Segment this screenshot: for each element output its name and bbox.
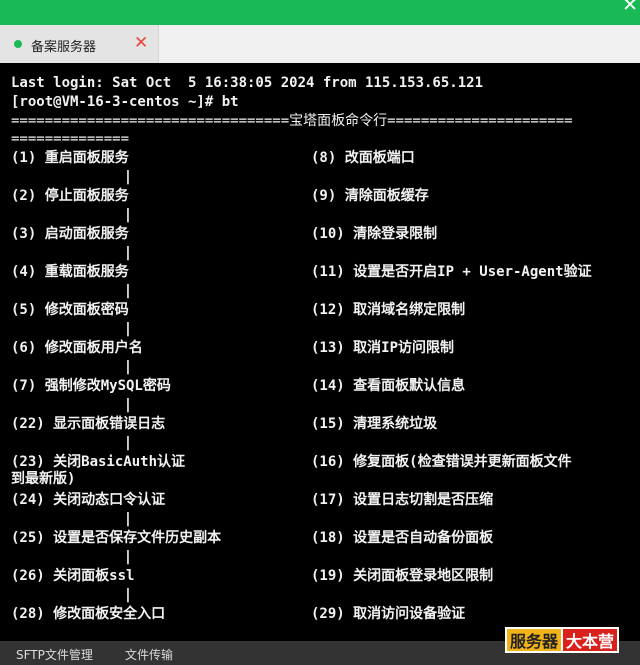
menu-option-left: (7) 强制修改MySQL密码 bbox=[11, 378, 171, 394]
watermark-part2: 大本营 bbox=[563, 627, 620, 653]
menu-option-right: (19) 关闭面板登录地区限制 bbox=[311, 568, 494, 584]
menu-option-left: (3) 启动面板服务 bbox=[11, 226, 129, 242]
session-tab-bar: 备案服务器 ✕ bbox=[0, 25, 640, 63]
menu-option-right: (10) 清除登录限制 bbox=[311, 226, 438, 242]
connected-status-icon bbox=[14, 40, 22, 48]
sftp-file-manager-button[interactable]: SFTP文件管理 bbox=[16, 646, 93, 663]
menu-row: (3) 启动面板服务 (10) 清除登录限制 | bbox=[0, 225, 640, 263]
menu-option-right: (14) 查看面板默认信息 bbox=[311, 378, 466, 394]
column-separator: | bbox=[123, 359, 133, 375]
column-separator: | bbox=[123, 283, 133, 299]
menu-option-left: (1) 重启面板服务 bbox=[11, 150, 129, 166]
menu-row: (23) 关闭BasicAuth认证 (16) 修复面板(检查错误并更新面板文件到… bbox=[0, 453, 640, 491]
column-separator: | bbox=[123, 587, 133, 603]
menu-row: (25) 设置是否保存文件历史副本 (18) 设置是否自动备份面板 | bbox=[0, 529, 640, 567]
menu-option-left: (23) 关闭BasicAuth认证 bbox=[11, 454, 186, 470]
menu-option-wrap: 到最新版) bbox=[11, 471, 76, 487]
menu-option-right: (12) 取消域名绑定限制 bbox=[311, 302, 466, 318]
menu-option-left: (22) 显示面板错误日志 bbox=[11, 416, 166, 432]
menu-row: (1) 重启面板服务 (8) 改面板端口 | bbox=[0, 149, 640, 187]
menu-option-right: (13) 取消IP访问限制 bbox=[311, 340, 455, 356]
tab-session-label: 备案服务器 bbox=[31, 40, 97, 55]
menu-row: (5) 修改面板密码 (12) 取消域名绑定限制 | bbox=[0, 301, 640, 339]
menu-option-right: (8) 改面板端口 bbox=[311, 150, 415, 166]
watermark-logo: 服务器 大本营 bbox=[505, 627, 620, 653]
menu-option-left: (2) 停止面板服务 bbox=[11, 188, 129, 204]
menu-option-left: (28) 修改面板安全入口 bbox=[11, 606, 166, 622]
menu-option-left: (6) 修改面板用户名 bbox=[11, 340, 143, 356]
column-separator: | bbox=[123, 169, 133, 185]
menu-row: (4) 重载面板服务 (11) 设置是否开启IP + User-Agent验证 | bbox=[0, 263, 640, 301]
banner-line: =================================宝塔面板命令行… bbox=[11, 113, 573, 129]
column-separator: | bbox=[123, 511, 133, 527]
banner-line-continued: ============== bbox=[11, 131, 130, 147]
menu-row: (6) 修改面板用户名 (13) 取消IP访问限制 | bbox=[0, 339, 640, 377]
menu-option-left: (5) 修改面板密码 bbox=[11, 302, 129, 318]
menu-option-right: (15) 清理系统垃圾 bbox=[311, 416, 438, 432]
prompt-line: [root@VM-16-3-centos ~]# bt bbox=[11, 94, 239, 110]
menu-row: (7) 强制修改MySQL密码 (14) 查看面板默认信息 | bbox=[0, 377, 640, 415]
menu-row: (22) 显示面板错误日志 (15) 清理系统垃圾 | bbox=[0, 415, 640, 453]
column-separator: | bbox=[123, 549, 133, 565]
menu-option-right: (17) 设置日志切割是否压缩 bbox=[311, 492, 494, 508]
column-separator: | bbox=[123, 245, 133, 261]
column-separator: | bbox=[123, 397, 133, 413]
menu-option-right: (16) 修复面板(检查错误并更新面板文件 bbox=[311, 454, 572, 470]
column-separator: | bbox=[123, 207, 133, 223]
menu-option-right: (18) 设置是否自动备份面板 bbox=[311, 530, 494, 546]
terminal-output[interactable]: Last login: Sat Oct 5 16:38:05 2024 from… bbox=[0, 63, 640, 641]
tab-close-icon[interactable]: ✕ bbox=[134, 33, 148, 53]
last-login-line: Last login: Sat Oct 5 16:38:05 2024 from… bbox=[11, 75, 484, 91]
menu-row: (2) 停止面板服务 (9) 清除面板缓存 | bbox=[0, 187, 640, 225]
column-separator: | bbox=[123, 321, 133, 337]
column-separator: | bbox=[123, 435, 133, 451]
menu-option-right: (11) 设置是否开启IP + User-Agent验证 bbox=[311, 264, 592, 280]
menu-row: (24) 关闭动态口令认证 (17) 设置日志切割是否压缩 | bbox=[0, 491, 640, 529]
tab-session[interactable]: 备案服务器 ✕ bbox=[0, 25, 159, 63]
watermark-part1: 服务器 bbox=[505, 627, 564, 653]
file-transfer-button[interactable]: 文件传输 bbox=[125, 646, 173, 663]
window-close-icon[interactable]: ✕ bbox=[622, 0, 638, 16]
menu-option-left: (4) 重载面板服务 bbox=[11, 264, 129, 280]
window-titlebar: ✕ bbox=[0, 0, 640, 25]
menu-option-left: (25) 设置是否保存文件历史副本 bbox=[11, 530, 222, 546]
menu-option-right: (29) 取消访问设备验证 bbox=[311, 606, 466, 622]
menu-option-left: (24) 关闭动态口令认证 bbox=[11, 492, 166, 508]
menu-option-right: (9) 清除面板缓存 bbox=[311, 188, 429, 204]
menu-row: (26) 关闭面板ssl (19) 关闭面板登录地区限制 | bbox=[0, 567, 640, 605]
menu-option-left: (26) 关闭面板ssl bbox=[11, 568, 135, 584]
